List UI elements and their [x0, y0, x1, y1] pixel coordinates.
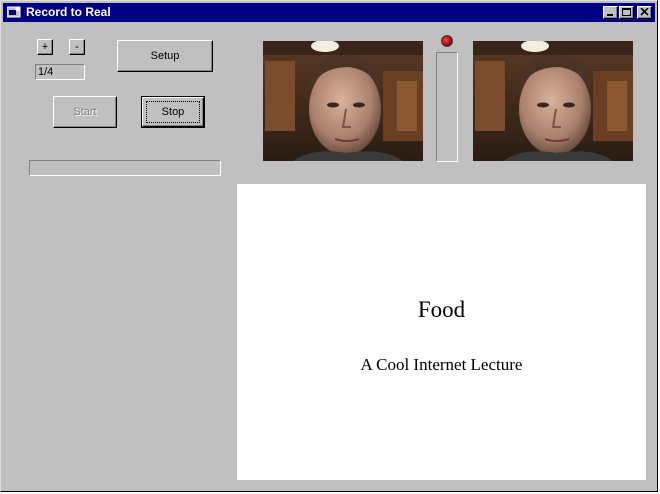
- slide-title: Food: [417, 297, 466, 322]
- slide-preview: Food A Cool Internet Lecture: [237, 184, 646, 480]
- setup-label: Setup: [150, 50, 180, 62]
- presenter-video-image: [263, 41, 423, 161]
- close-button[interactable]: [637, 6, 652, 19]
- start-label: Start: [73, 106, 97, 118]
- next-slide-button[interactable]: +: [37, 39, 53, 55]
- minimize-button[interactable]: [603, 6, 618, 19]
- recording-progress-bar: [29, 160, 221, 176]
- close-icon: [640, 8, 649, 16]
- audio-level-meter: [436, 52, 458, 162]
- plus-label: +: [41, 41, 49, 53]
- previous-slide-button[interactable]: -: [69, 39, 85, 55]
- minus-label: -: [75, 41, 79, 53]
- slide-subtitle: A Cool Internet Lecture: [360, 355, 523, 374]
- start-button[interactable]: Start: [53, 96, 117, 128]
- maximize-icon: [622, 8, 631, 16]
- app-window: Record to Real + - 1/4 Setup Start Stop …: [0, 0, 658, 492]
- webcam-preview: [263, 41, 423, 161]
- focus-rect: [146, 101, 200, 123]
- encoded-video-image: [473, 41, 633, 161]
- window-title: Record to Real: [26, 5, 111, 19]
- encoded-output-preview: [473, 41, 633, 161]
- title-bar[interactable]: Record to Real: [3, 3, 655, 22]
- slide-counter: 1/4: [35, 64, 85, 80]
- app-icon: [7, 6, 21, 18]
- setup-button[interactable]: Setup: [117, 40, 213, 72]
- stop-button[interactable]: Stop: [141, 96, 205, 128]
- recording-led-icon: [441, 35, 453, 47]
- minimize-icon: [607, 14, 613, 16]
- maximize-button[interactable]: [619, 6, 634, 19]
